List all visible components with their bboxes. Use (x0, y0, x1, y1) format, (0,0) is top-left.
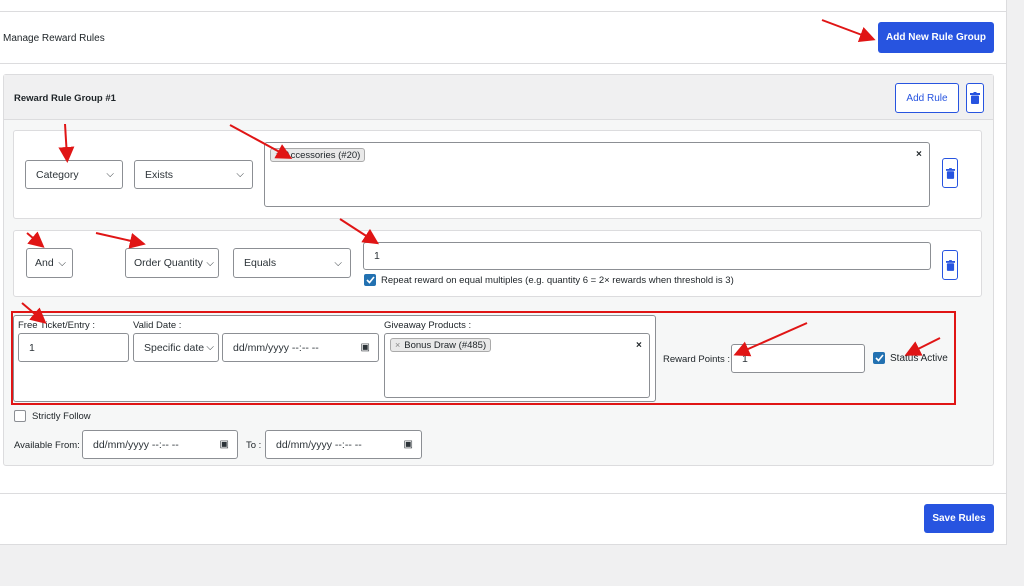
rule1-field-select[interactable]: Category ⌵ (25, 160, 123, 189)
chevron-down-icon: ⌵ (106, 169, 114, 180)
calendar-icon[interactable]: ▣ (220, 439, 229, 450)
delete-rule2-button[interactable] (942, 250, 958, 280)
rule2-field-value: Order Quantity (134, 257, 203, 269)
valid-date-label: Valid Date : (133, 320, 182, 331)
available-to-input[interactable]: dd/mm/yyyy --:-- -- ▣ (265, 430, 422, 459)
available-from-label: Available From: (14, 440, 80, 451)
rule1-value-tag: × Accessories (#20) (270, 148, 366, 162)
add-rule-button[interactable]: Add Rule (895, 83, 959, 113)
page-title: Manage Reward Rules (3, 33, 105, 44)
rule2-logic-select[interactable]: And ⌵ (26, 248, 73, 278)
rule2-field-select[interactable]: Order Quantity ⌵ (125, 248, 219, 278)
giveaway-tag-label: Bonus Draw (#485) (404, 339, 487, 351)
status-active-checkbox[interactable] (873, 352, 885, 364)
chevron-down-icon: ⌵ (206, 257, 214, 269)
free-ticket-label: Free Ticket/Entry : (18, 320, 96, 331)
giveaway-multiselect[interactable]: × Bonus Draw (#485) × (384, 333, 650, 398)
trash-icon (945, 167, 955, 179)
giveaway-label: Giveaway Products : (384, 320, 472, 331)
reward-points-input[interactable]: 1 (731, 344, 865, 373)
rule1-operator-select[interactable]: Exists ⌵ (134, 160, 253, 189)
rule2-operator-value: Equals (244, 257, 277, 269)
available-from-placeholder: dd/mm/yyyy --:-- -- (93, 438, 179, 451)
chevron-down-icon: ⌵ (236, 169, 244, 180)
available-to-placeholder: dd/mm/yyyy --:-- -- (276, 438, 362, 451)
valid-date-placeholder: dd/mm/yyyy --:-- -- (233, 341, 319, 354)
rule-card-2: And ⌵ Order Quantity ⌵ Equals ⌵ 1 Repeat… (13, 230, 982, 297)
rule2-logic-value: And (35, 257, 54, 269)
repeat-label: Repeat reward on equal multiples (e.g. q… (381, 275, 734, 286)
rule1-operator-value: Exists (145, 168, 174, 181)
add-rule-group-button[interactable]: Add New Rule Group (878, 22, 994, 53)
to-label: To : (246, 440, 262, 451)
top-divider (0, 11, 1007, 12)
available-from-input[interactable]: dd/mm/yyyy --:-- -- ▣ (82, 430, 238, 459)
free-ticket-input[interactable]: 1 (18, 333, 129, 362)
checkmark-icon (365, 276, 375, 284)
calendar-icon[interactable]: ▣ (404, 439, 413, 450)
valid-date-select[interactable]: Specific date ⌵ (133, 333, 219, 362)
rule-card-1: Category ⌵ Exists ⌵ × Accessories (#20) … (13, 130, 982, 219)
calendar-icon[interactable]: ▣ (361, 342, 370, 353)
rule1-field-value: Category (36, 168, 79, 181)
trash-icon (945, 259, 955, 271)
strictly-follow-checkbox[interactable] (14, 410, 26, 422)
tag-remove-icon[interactable]: × (395, 340, 400, 350)
main-panel: Manage Reward Rules Add New Rule Group R… (0, 0, 1007, 545)
rule-group-header (4, 75, 993, 120)
strictly-follow-label: Strictly Follow (32, 411, 91, 422)
clear-icon[interactable]: × (636, 340, 642, 351)
rule1-values-multiselect[interactable]: × Accessories (#20) × (264, 142, 930, 207)
reward-points-label: Reward Points : (663, 354, 731, 365)
chevron-down-icon: ⌵ (334, 257, 342, 269)
clear-icon[interactable]: × (916, 149, 922, 160)
delete-rule1-button[interactable] (942, 158, 958, 188)
valid-date-value: Specific date (144, 341, 205, 354)
valid-date-input[interactable]: dd/mm/yyyy --:-- -- ▣ (222, 333, 379, 362)
chevron-down-icon: ⌵ (206, 342, 214, 353)
delete-group-button[interactable] (966, 83, 984, 113)
chevron-down-icon: ⌵ (58, 257, 66, 269)
rule-group-title: Reward Rule Group #1 (14, 93, 116, 104)
rule1-tag-label: Accessories (#20) (284, 149, 361, 161)
footer-divider (0, 493, 1007, 494)
save-rules-button[interactable]: Save Rules (924, 504, 994, 533)
rule2-value-input[interactable]: 1 (363, 242, 931, 270)
giveaway-tag: × Bonus Draw (#485) (390, 338, 492, 352)
checkmark-icon (874, 354, 884, 362)
tag-remove-icon[interactable]: × (275, 150, 280, 160)
repeat-checkbox[interactable] (364, 274, 376, 286)
status-active-label: Status Active (890, 353, 948, 364)
trash-icon (970, 92, 980, 104)
header-divider (0, 63, 1007, 64)
rule2-operator-select[interactable]: Equals ⌵ (233, 248, 351, 278)
